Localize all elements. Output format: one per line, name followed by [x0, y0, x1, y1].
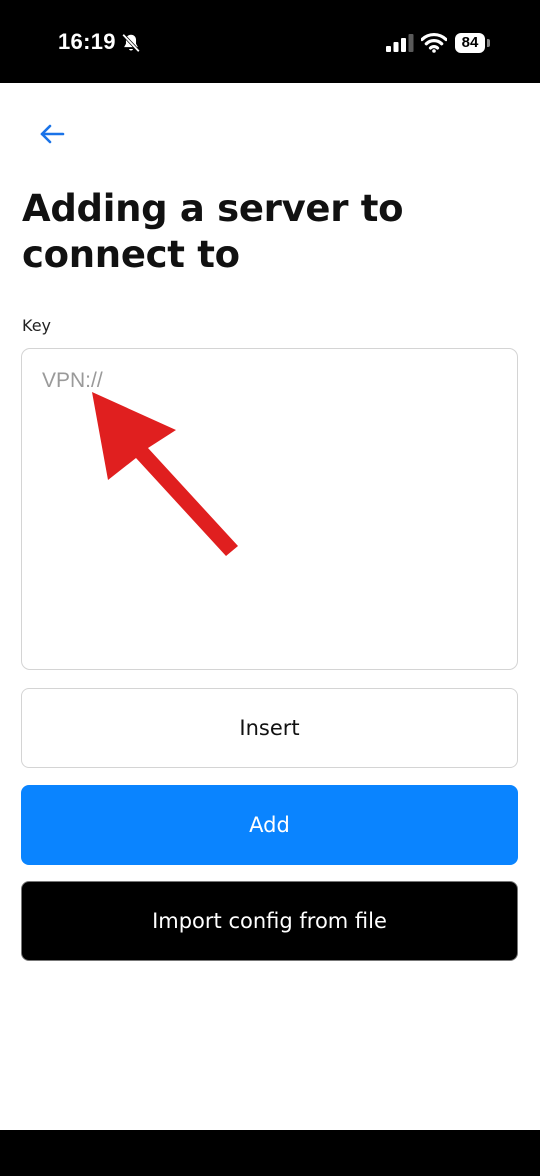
cellular-signal-icon [386, 34, 414, 52]
import-config-button-label: Import config from file [152, 909, 387, 933]
arrow-left-icon[interactable] [36, 118, 68, 150]
import-config-button[interactable]: Import config from file [21, 881, 518, 961]
status-bar: 16:19 84 [0, 0, 540, 83]
key-label: Key [22, 316, 52, 335]
status-time: 16:19 [58, 29, 116, 54]
battery-level: 84 [455, 33, 485, 53]
insert-button-label: Insert [239, 716, 300, 740]
battery-cap [487, 39, 490, 47]
bottom-bar [0, 1130, 540, 1176]
battery-icon: 84 [455, 33, 491, 53]
key-input[interactable] [21, 348, 518, 670]
insert-button[interactable]: Insert [21, 688, 518, 768]
add-button-label: Add [249, 813, 290, 837]
page-title: Adding a server to connect to [22, 187, 404, 276]
wifi-icon [421, 32, 447, 53]
bell-slash-icon [122, 33, 140, 53]
add-button[interactable]: Add [21, 785, 518, 865]
